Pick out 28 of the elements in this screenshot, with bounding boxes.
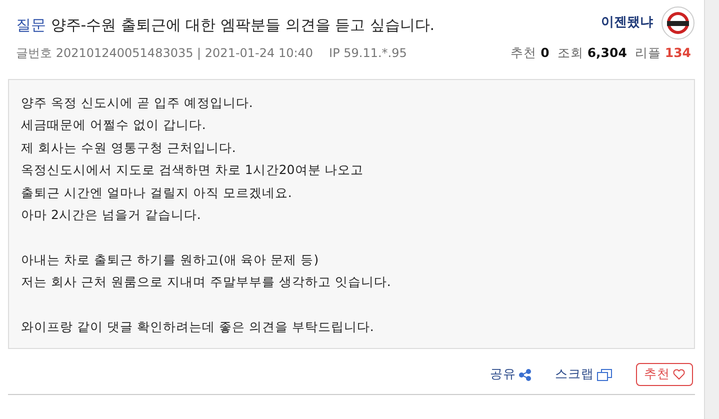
- body-line: 와이프랑 같이 댓글 확인하려는데 좋은 의견을 부탁드립니다.: [21, 318, 375, 336]
- post-title: 양주-수원 출퇴근에 대한 엠팍분들 의견을 듣고 싶습니다.: [50, 16, 435, 34]
- scrollbar-track[interactable]: [705, 0, 719, 419]
- body-line: 세금때문에 어쩔수 없이 갑니다.: [21, 116, 207, 134]
- stat-label: 추천: [510, 45, 537, 60]
- body-line: 출퇴근 시간엔 얼마나 걸릴지 아직 모르겠네요.: [21, 184, 293, 202]
- body-line: 옥정신도시에서 지도로 검색하면 차로 1시간20여분 나오고: [21, 161, 365, 180]
- share-icon: [519, 368, 531, 381]
- windows-icon: [597, 368, 612, 381]
- avatar-icon[interactable]: [661, 6, 695, 40]
- body-line: 아내는 차로 출퇴근 하기를 원하고(애 육아 문제 등): [21, 250, 320, 269]
- scrap-button[interactable]: 스크랩: [555, 363, 612, 386]
- post-number: 글번호 202101240051483035 | 2021-01-24 10:40: [16, 45, 314, 62]
- body-line: 제 회사는 수원 영통구청 근처입니다.: [21, 138, 237, 157]
- stat-value: 6,304: [587, 45, 627, 60]
- recommend-button[interactable]: 추천: [636, 363, 693, 386]
- ip-address: IP 59.11.*.95: [329, 45, 407, 62]
- heart-icon: [673, 369, 685, 380]
- stat-label: 조회: [557, 45, 584, 60]
- stat-value: 0: [540, 45, 550, 60]
- stat-value: 134: [664, 45, 691, 60]
- category-label[interactable]: 질문: [16, 16, 46, 34]
- body-line: 아마 2시간은 넘을거 같습니다.: [21, 206, 202, 224]
- author-name[interactable]: 이젠됐냐: [601, 13, 653, 33]
- share-button[interactable]: 공유: [490, 363, 531, 386]
- body-line: 양주 옥정 신도시에 곧 입주 예정입니다.: [21, 94, 254, 112]
- body-line: 저는 회사 근처 원룸으로 지내며 주말부부를 생각하고 잇습니다.: [21, 273, 392, 292]
- stat-label: 리플: [634, 45, 661, 60]
